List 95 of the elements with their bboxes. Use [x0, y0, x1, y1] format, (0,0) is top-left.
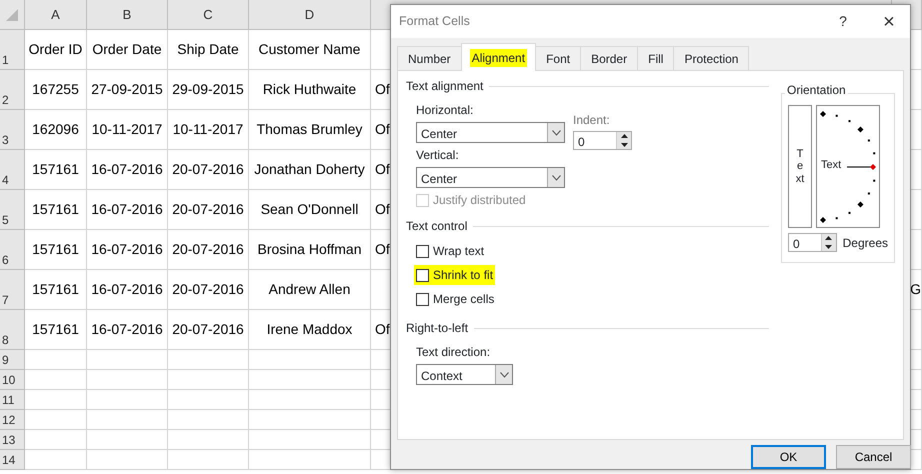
corner-triangle-icon [5, 8, 19, 22]
row-header[interactable]: 6 [0, 230, 25, 270]
row-header[interactable]: 14 [0, 450, 25, 470]
table-cell: 20-07-2016 [168, 270, 249, 310]
degrees-spinner[interactable]: 0 [788, 233, 837, 252]
vertical-text: Text [794, 148, 806, 185]
column-header[interactable]: C [168, 0, 249, 30]
table-cell: 16-07-2016 [87, 190, 168, 230]
indent-spinner[interactable]: 0 [573, 131, 632, 150]
checkbox[interactable] [416, 292, 429, 306]
row-header[interactable]: 2 [0, 70, 25, 110]
row-header[interactable]: 9 [0, 350, 25, 370]
field-label: Horizontal: [416, 102, 474, 119]
vertical-dropdown[interactable]: Center [416, 167, 565, 188]
dialog-button[interactable]: Cancel [836, 445, 911, 469]
table-cell: Order ID [25, 30, 87, 70]
column-header[interactable]: A [25, 0, 87, 30]
table-cell: 157161 [25, 270, 87, 310]
table-cell: 20-07-2016 [168, 230, 249, 270]
row-header[interactable]: 10 [0, 370, 25, 390]
column-header[interactable]: B [87, 0, 168, 30]
spin-up-icon[interactable] [620, 134, 628, 138]
table-cell: 29-09-2015 [168, 70, 249, 110]
table-cell: 16-07-2016 [87, 230, 168, 270]
spin-down-icon[interactable] [825, 244, 832, 249]
checkbox-label: Shrink to fit [433, 267, 494, 284]
row-header[interactable]: 5 [0, 190, 25, 230]
checkbox[interactable] [416, 244, 429, 258]
table-cell: 162096 [25, 110, 87, 150]
field-label: Vertical: [416, 147, 460, 164]
tick-diamond-icon [820, 217, 826, 223]
table-cell: Andrew Allen [249, 270, 371, 310]
table-cell: 157161 [25, 150, 87, 190]
table-cell: Order Date [87, 30, 168, 70]
dial-text: Text [821, 160, 842, 171]
table-cell: 157161 [25, 190, 87, 230]
help-button[interactable]: ? [828, 11, 858, 32]
table-cell: 167255 [25, 70, 87, 110]
table-cell: 10-11-2017 [87, 110, 168, 150]
table-cell: 16-07-2016 [87, 310, 168, 350]
row-header[interactable]: 1 [0, 30, 25, 70]
tick-diamond-icon [857, 126, 864, 133]
row-header[interactable]: 13 [0, 430, 25, 450]
table-cell: Customer Name [249, 30, 371, 70]
group-label: Text control [406, 218, 468, 235]
tab[interactable]: Alignment [460, 43, 536, 71]
row-header[interactable]: 8 [0, 310, 25, 350]
table-cell: Thomas Brumley [249, 110, 371, 150]
tab[interactable]: Protection [673, 46, 750, 70]
checkbox-label: Justify distributed [433, 192, 526, 209]
dialog-button[interactable]: OK [751, 445, 826, 469]
row-header[interactable]: 4 [0, 150, 25, 190]
close-button[interactable]: × [874, 6, 904, 36]
field-label: Degrees [842, 234, 888, 252]
vertical-text-box[interactable]: Text [788, 105, 812, 228]
table-cell: 10-11-2017 [168, 110, 249, 150]
orientation-pointer[interactable] [846, 164, 876, 170]
chevron-down-icon [552, 130, 560, 136]
table-cell: 16-07-2016 [87, 270, 168, 310]
tick-diamond-icon [820, 111, 826, 117]
table-cell: 20-07-2016 [168, 150, 249, 190]
orientation-dial[interactable]: Text [816, 105, 880, 228]
field-label: Indent: [573, 112, 611, 129]
field-label: Text direction: [416, 344, 492, 361]
spin-up-icon[interactable] [825, 236, 832, 240]
row-header[interactable]: 11 [0, 390, 25, 410]
checkbox-label: Merge cells [433, 291, 494, 308]
table-cell: 20-07-2016 [168, 310, 249, 350]
tab[interactable]: Number [397, 46, 462, 70]
chevron-down-icon [500, 372, 508, 378]
table-cell: Sean O'Donnell [249, 190, 371, 230]
table-cell: 157161 [25, 310, 87, 350]
checkbox-label: Wrap text [433, 243, 484, 260]
checkbox[interactable] [416, 268, 429, 282]
group-label: Right-to-left [406, 320, 468, 337]
table-cell: 157161 [25, 230, 87, 270]
group-label: Text alignment [406, 78, 484, 95]
row-header[interactable]: 12 [0, 410, 25, 430]
tick-diamond-icon [857, 201, 864, 208]
row-header[interactable]: 7 [0, 270, 25, 310]
table-cell: Jonathan Doherty [249, 150, 371, 190]
chevron-down-icon [552, 174, 560, 180]
table-cell: 16-07-2016 [87, 150, 168, 190]
spin-down-icon[interactable] [620, 142, 628, 147]
column-header[interactable]: D [249, 0, 371, 30]
horizontal-dropdown[interactable]: Center [416, 122, 565, 143]
table-cell: Ship Date [168, 30, 249, 70]
table-cell: Irene Maddox [249, 310, 371, 350]
table-cell: Brosina Hoffman [249, 230, 371, 270]
table-cell: 27-09-2015 [87, 70, 168, 110]
row-header[interactable]: 3 [0, 110, 25, 150]
text-direction-dropdown[interactable]: Context [416, 364, 513, 385]
window-title: Format Cells [399, 13, 471, 30]
table-cell: Rick Huthwaite [249, 70, 371, 110]
table-cell: 20-07-2016 [168, 190, 249, 230]
